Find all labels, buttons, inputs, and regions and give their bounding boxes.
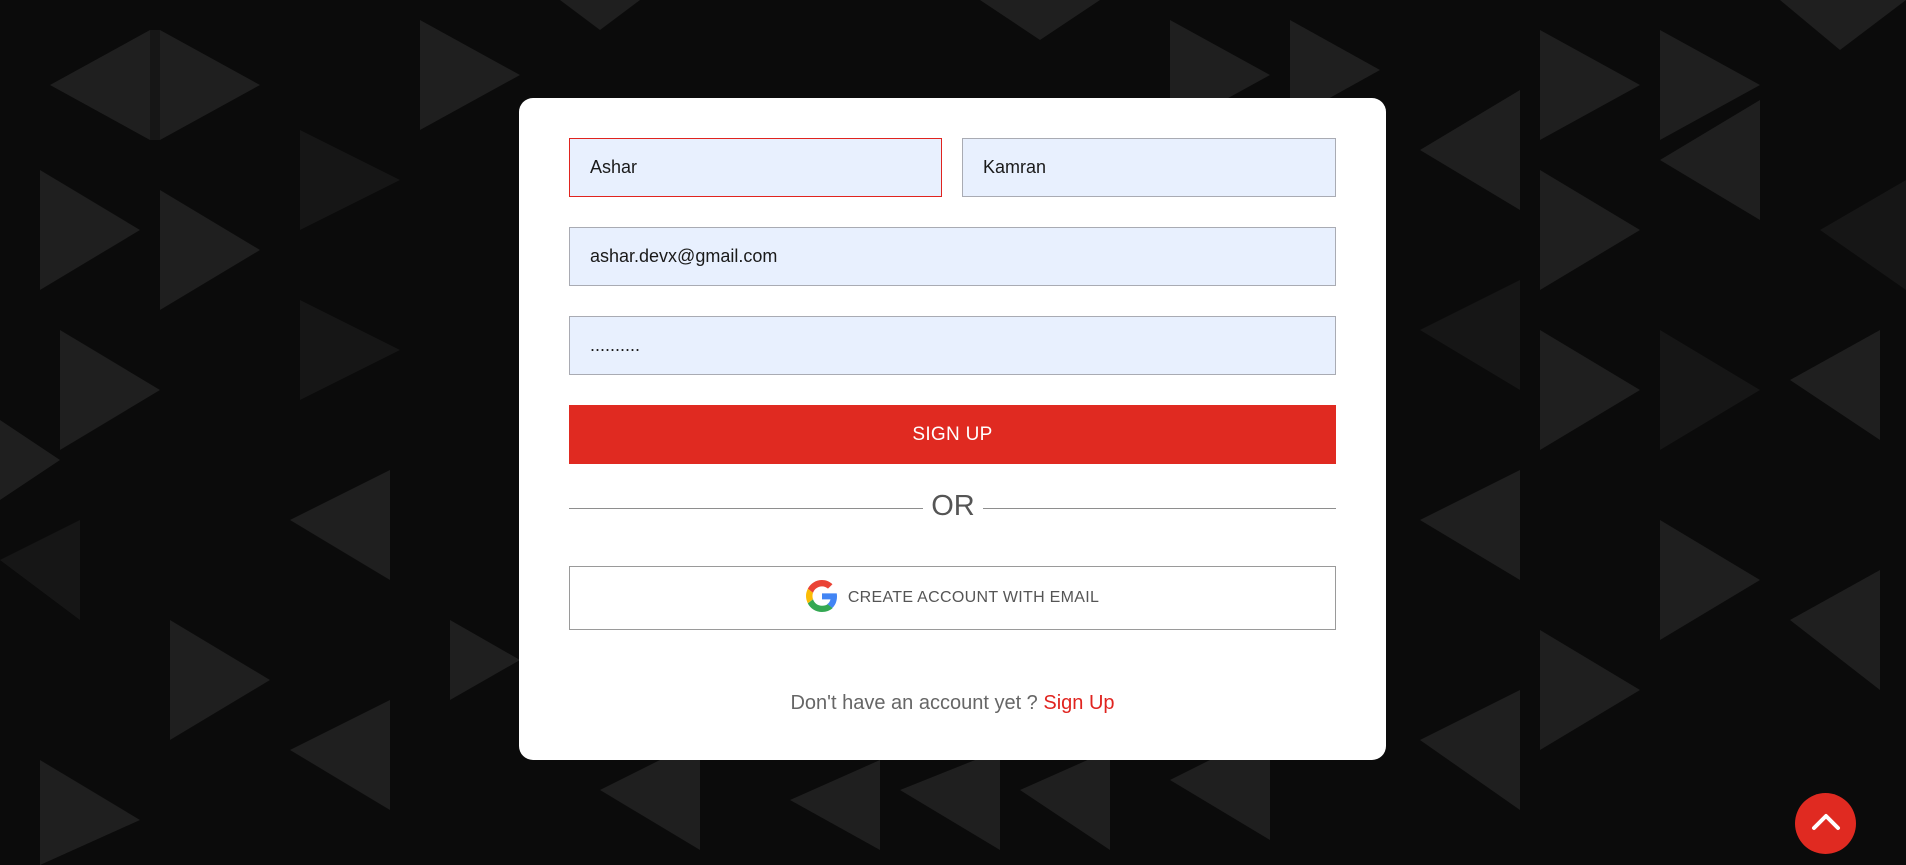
last-name-input[interactable]: [962, 138, 1336, 197]
scroll-to-top-button[interactable]: [1795, 793, 1856, 854]
signup-card: SIGN UP OR CREATE ACCOUNT WITH EMAIL Don…: [519, 98, 1386, 760]
sign-up-link[interactable]: Sign Up: [1043, 692, 1114, 714]
divider-line-right: [983, 508, 1336, 509]
first-name-input[interactable]: [569, 138, 942, 197]
divider-line-left: [569, 508, 923, 509]
signup-prompt: Don't have an account yet ? Sign Up: [519, 692, 1386, 715]
chevron-up-icon: [1811, 811, 1841, 836]
password-input[interactable]: [569, 316, 1336, 375]
google-create-account-button[interactable]: CREATE ACCOUNT WITH EMAIL: [569, 566, 1336, 630]
google-button-label: CREATE ACCOUNT WITH EMAIL: [847, 589, 1100, 606]
sign-up-button[interactable]: SIGN UP: [569, 405, 1336, 464]
email-input[interactable]: [569, 227, 1336, 286]
signup-prompt-text: Don't have an account yet ?: [790, 692, 1044, 714]
or-label: OR: [931, 490, 975, 522]
or-divider: OR: [569, 488, 1336, 528]
google-icon: [805, 579, 838, 617]
